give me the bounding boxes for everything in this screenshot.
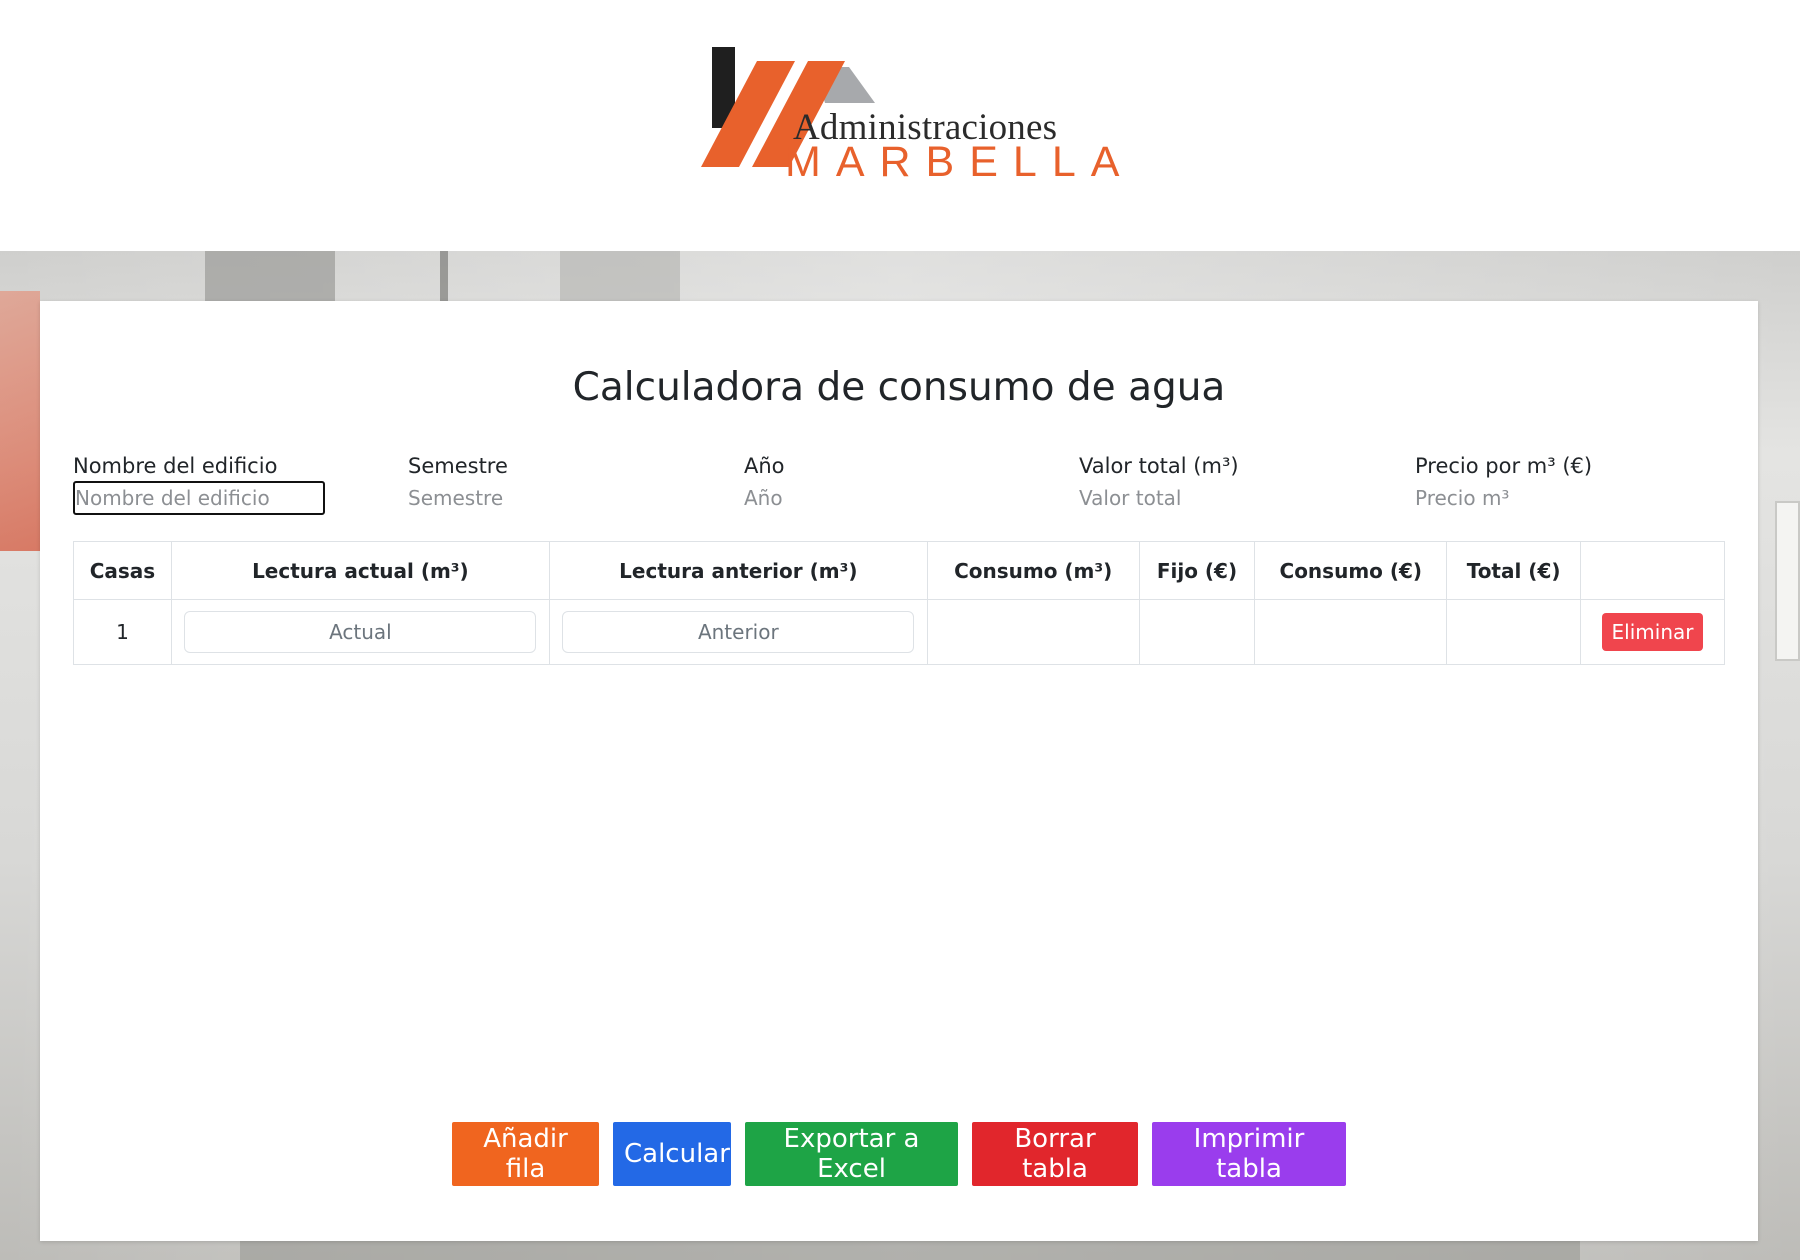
building-name-input[interactable] xyxy=(73,481,325,515)
col-header-total: Total (€) xyxy=(1446,541,1582,600)
bg-shape xyxy=(0,291,40,551)
semester-input[interactable] xyxy=(408,481,658,515)
field-label: Semestre xyxy=(408,454,508,478)
calculator-card: Calculadora de consumo de agua Nombre de… xyxy=(40,301,1758,1241)
page-title: Calculadora de consumo de agua xyxy=(572,365,1226,410)
export-excel-button[interactable]: Exportar a Excel xyxy=(745,1122,958,1186)
col-header-casas: Casas xyxy=(73,541,172,600)
cell-fijo xyxy=(1138,599,1256,665)
delete-row-button[interactable]: Eliminar xyxy=(1601,613,1704,651)
field-total-value: Valor total (m³) xyxy=(1079,451,1379,515)
table-row: 1 Eliminar xyxy=(73,599,1725,665)
bg-shape xyxy=(1775,501,1800,661)
cell-casa: 1 xyxy=(73,599,172,665)
previous-reading-input[interactable] xyxy=(562,611,915,653)
col-header-fijo: Fijo (€) xyxy=(1138,541,1256,600)
site-header: Administraciones MARBELLA xyxy=(0,0,1800,251)
field-year: Año xyxy=(744,451,1044,515)
cell-total xyxy=(1446,599,1582,665)
bg-shape xyxy=(240,1241,1580,1260)
total-value-input[interactable] xyxy=(1079,481,1329,515)
print-table-button[interactable]: Imprimir tabla xyxy=(1152,1122,1346,1186)
col-header-actions xyxy=(1580,541,1725,600)
col-header-lectura-actual: Lectura actual (m³) xyxy=(170,541,550,600)
add-row-button[interactable]: Añadir fila xyxy=(452,1122,599,1186)
col-header-lectura-anterior: Lectura anterior (m³) xyxy=(548,541,928,600)
bg-shape xyxy=(440,251,448,301)
col-header-consumo-m3: Consumo (m³) xyxy=(926,541,1140,600)
table-header-row: Casas Lectura actual (m³) Lectura anteri… xyxy=(73,541,1725,600)
field-label: Precio por m³ (€) xyxy=(1415,454,1593,478)
cell-actions: Eliminar xyxy=(1580,599,1725,665)
calculate-button[interactable]: Calcular xyxy=(613,1122,731,1186)
col-header-consumo-eur: Consumo (€) xyxy=(1254,541,1448,600)
bg-shape xyxy=(205,251,335,301)
cell-consumo-m3 xyxy=(926,599,1140,665)
field-price-per-m3: Precio por m³ (€) xyxy=(1415,451,1715,515)
actual-reading-input[interactable] xyxy=(184,611,537,653)
cell-lectura-actual xyxy=(170,599,550,665)
field-label: Año xyxy=(744,454,785,478)
logo-text-line2: MARBELLA xyxy=(785,138,1135,186)
consumption-table: Casas Lectura actual (m³) Lectura anteri… xyxy=(73,541,1725,665)
price-per-m3-input[interactable] xyxy=(1415,481,1665,515)
cell-consumo-eur xyxy=(1254,599,1448,665)
clear-table-button[interactable]: Borrar tabla xyxy=(972,1122,1138,1186)
field-semester: Semestre xyxy=(408,451,708,515)
field-label: Nombre del edificio xyxy=(73,454,278,478)
company-logo[interactable]: Administraciones MARBELLA xyxy=(695,40,1119,190)
cell-lectura-anterior xyxy=(548,599,928,665)
year-input[interactable] xyxy=(744,481,994,515)
bg-shape xyxy=(560,251,680,301)
field-building-name: Nombre del edificio xyxy=(73,451,373,515)
field-label: Valor total (m³) xyxy=(1079,454,1239,478)
action-bar: Añadir fila Calcular Exportar a Excel Bo… xyxy=(40,1122,1758,1186)
